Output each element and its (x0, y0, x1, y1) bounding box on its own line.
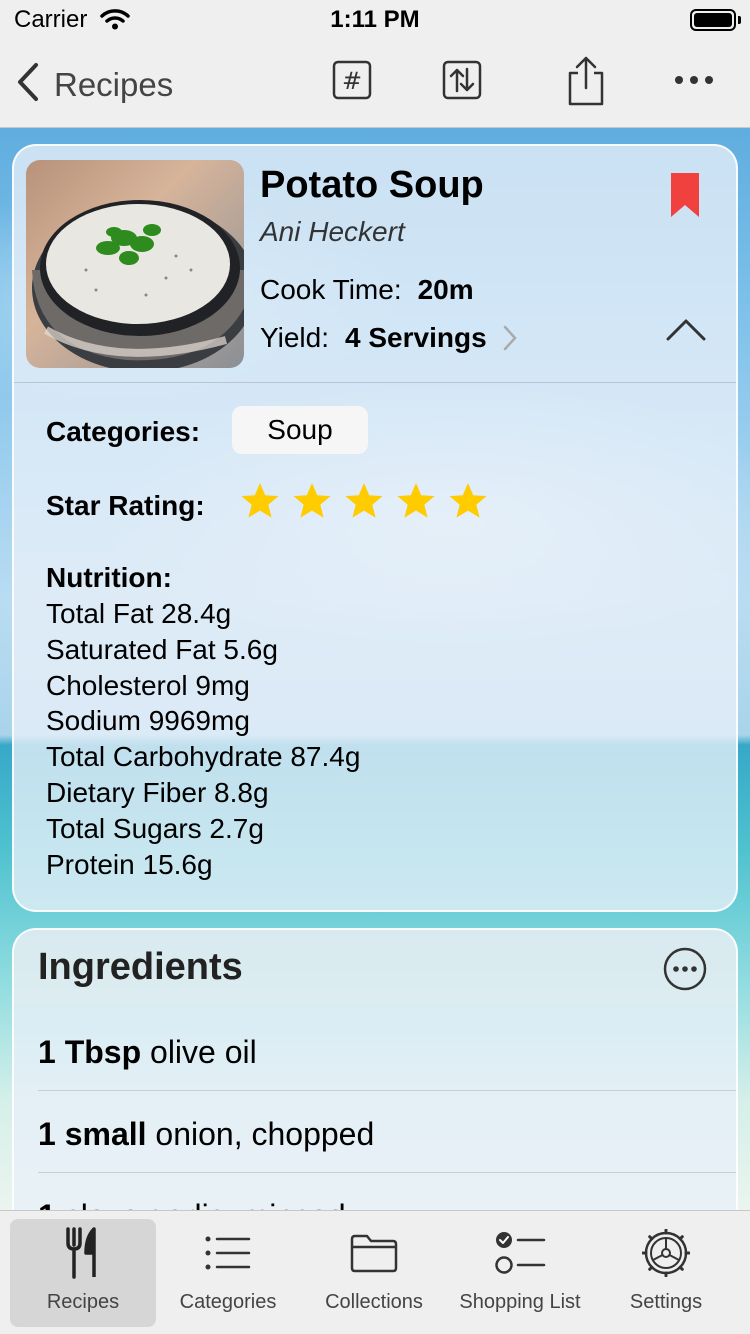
checklist-icon (494, 1223, 546, 1283)
star-icon[interactable] (240, 482, 280, 525)
sort-button[interactable] (440, 60, 484, 104)
tab-label: Collections (325, 1291, 423, 1313)
battery-icon (690, 9, 736, 31)
cook-time-label: Cook Time: (260, 274, 402, 305)
recipe-card: Potato Soup Ani Heckert Cook Time: 20m Yi… (12, 144, 738, 912)
tab-recipes[interactable]: Recipes (10, 1219, 156, 1327)
nutrition-item: Total Carbohydrate 87.4g (46, 741, 361, 773)
back-button[interactable]: Recipes (14, 62, 173, 107)
navigation-bar: Recipes # (0, 40, 750, 128)
recipe-title: Potato Soup (260, 164, 484, 206)
nutrition-item: Cholesterol 9mg (46, 669, 250, 701)
star-rating[interactable] (240, 482, 488, 525)
hashtag-button[interactable]: # (330, 60, 374, 104)
ingredient-quantity: 1 Tbsp (38, 1034, 142, 1070)
bookmark-button[interactable] (670, 172, 700, 223)
recipe-photo[interactable] (26, 160, 244, 368)
tab-label: Shopping List (459, 1291, 581, 1313)
yield-label: Yield: (260, 322, 330, 353)
cook-time-row: Cook Time: 20m (260, 274, 474, 306)
chevron-right-icon (503, 325, 517, 351)
star-icon[interactable] (344, 482, 384, 525)
star-icon[interactable] (292, 482, 332, 525)
tab-collections[interactable]: Collections (306, 1219, 442, 1327)
nutrition-item: Total Sugars 2.7g (46, 812, 264, 844)
back-label: Recipes (54, 65, 174, 103)
category-pill[interactable]: Soup (232, 406, 368, 454)
nutrition-item: Sodium 9969mg (46, 705, 250, 737)
star-icon[interactable] (448, 482, 488, 525)
ingredient-divider (38, 1090, 736, 1091)
nutrition-item: Saturated Fat 5.6g (46, 633, 278, 665)
nutrition-item: Total Fat 28.4g (46, 598, 232, 629)
share-button[interactable] (564, 56, 608, 110)
divider (14, 382, 736, 383)
ingredient-row[interactable]: 1 small onion, chopped (38, 1116, 374, 1153)
hashtag-icon: # (332, 60, 372, 105)
tab-bar: Recipes Categories Collections Shopping … (0, 1210, 750, 1334)
chevron-up-icon (666, 319, 706, 346)
star-icon[interactable] (396, 482, 436, 525)
battery-tip (738, 16, 741, 24)
yield-row[interactable]: Yield: 4 Servings (260, 322, 517, 354)
svg-text:#: # (342, 67, 362, 95)
fork-knife-icon (66, 1223, 100, 1283)
ingredient-row[interactable]: 1 Tbsp olive oil (38, 1034, 257, 1071)
bookmark-icon (670, 173, 700, 222)
ingredient-divider (38, 1172, 736, 1173)
list-icon (205, 1223, 251, 1283)
star-rating-label: Star Rating: (46, 490, 205, 521)
nutrition-list: Total Fat 28.4g Saturated Fat 5.6g Cholest… (46, 596, 360, 882)
tab-label: Categories (179, 1291, 277, 1313)
tab-shopping-list[interactable]: Shopping List (448, 1219, 592, 1327)
categories-label: Categories: (46, 416, 201, 447)
recipe-author: Ani Heckert (260, 216, 405, 247)
ingredients-more-button[interactable] (662, 946, 708, 997)
tab-label: Recipes (46, 1291, 120, 1313)
status-bar: Carrier 1:11 PM (0, 0, 750, 40)
ingredient-text: olive oil (150, 1034, 257, 1070)
tab-settings[interactable]: Settings (598, 1219, 734, 1327)
ingredients-title: Ingredients (38, 946, 243, 988)
nutrition-label: Nutrition: (46, 562, 172, 593)
tab-label: Settings (629, 1291, 703, 1313)
gear-icon (642, 1223, 690, 1283)
clock: 1:11 PM (330, 6, 420, 33)
folder-icon (349, 1223, 399, 1283)
back-chevron-icon (14, 62, 40, 107)
nutrition-item: Protein 15.6g (46, 848, 213, 880)
ingredient-text: onion, chopped (155, 1116, 375, 1152)
more-button[interactable] (672, 60, 716, 104)
tab-categories[interactable]: Categories (160, 1219, 296, 1327)
more-icon (673, 73, 715, 91)
ingredient-quantity: 1 small (38, 1116, 147, 1152)
cook-time-value: 20m (417, 274, 474, 305)
share-icon (565, 55, 607, 112)
more-circle-icon (662, 947, 708, 996)
collapse-button[interactable] (666, 318, 706, 347)
sort-arrows-icon (442, 60, 482, 105)
nutrition-item: Dietary Fiber 8.8g (46, 776, 269, 808)
yield-value: 4 Servings (345, 322, 487, 353)
